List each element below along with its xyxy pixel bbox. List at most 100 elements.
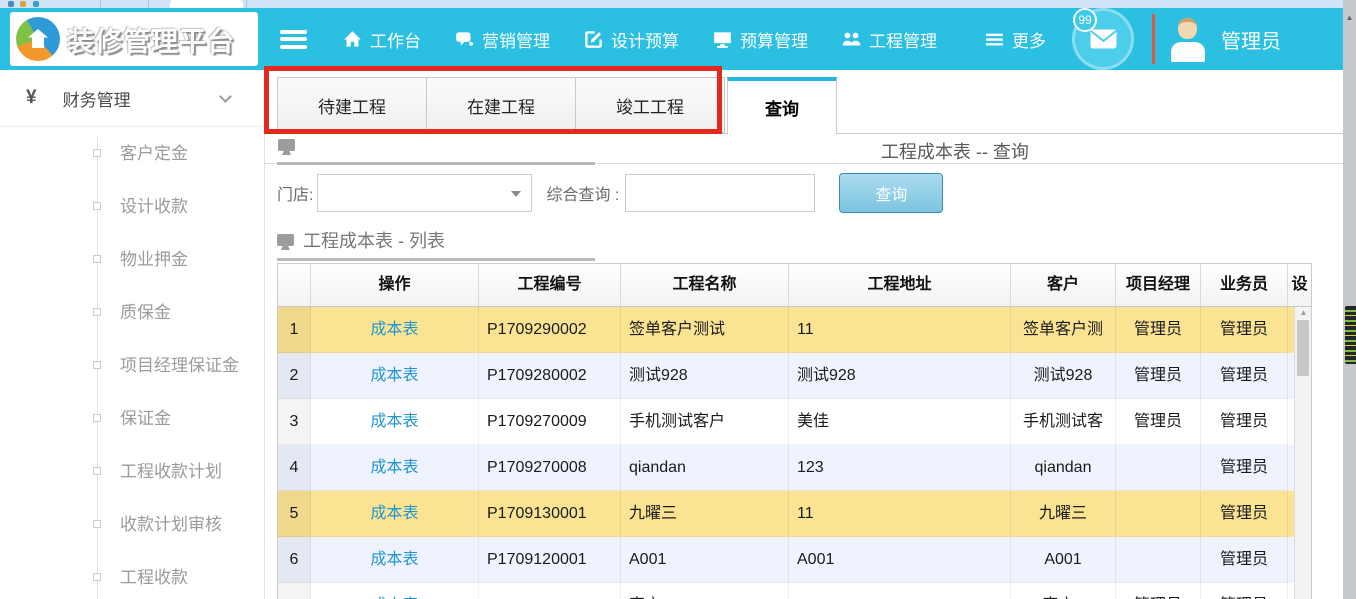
tab-separator <box>246 0 247 8</box>
cell-salesperson: 管理员 <box>1201 445 1288 491</box>
cost-sheet-link[interactable]: 成本表 <box>311 353 479 399</box>
divider <box>277 258 595 261</box>
scroll-up-icon[interactable]: ▲ <box>1343 14 1356 22</box>
cell-customer: 客户1 <box>1011 583 1116 599</box>
main-nav: 工作台 营销管理 设计预算 预算管理 工程管理 更多 <box>343 27 1046 52</box>
table-row[interactable]: 7 成本表 P1709090002 客户1 11 客户1 管理员 管理员 <box>278 583 1294 599</box>
monitor-icon <box>713 30 732 49</box>
cell-project-code: P1709130001 <box>479 491 621 537</box>
cell-customer: A001 <box>1011 537 1116 583</box>
sidebar-item[interactable]: 项目经理保证金 <box>0 339 264 392</box>
table-body: 1 成本表 P1709290002 签单客户测试 11 签单客户测 管理员 管理… <box>278 307 1294 599</box>
table-scrollbar[interactable]: ▲ <box>1294 307 1311 599</box>
table-row[interactable]: 6 成本表 P1709120001 A001 A001 A001 管理员 <box>278 537 1294 583</box>
cell-rownum: 7 <box>278 583 311 599</box>
browser-icon <box>8 1 14 7</box>
cost-sheet-link[interactable]: 成本表 <box>311 307 479 353</box>
bullet-icon <box>93 202 101 210</box>
cell-project-name: 测试928 <box>621 353 789 399</box>
cost-sheet-link[interactable]: 成本表 <box>311 445 479 491</box>
menu-toggle-icon[interactable] <box>280 30 307 49</box>
cell-salesperson: 管理员 <box>1201 491 1288 537</box>
username-label[interactable]: 管理员 <box>1221 25 1281 54</box>
sidebar-item[interactable]: 保证金 <box>0 392 264 445</box>
browser-scrollbar[interactable]: ▲ <box>1343 0 1356 599</box>
cell-customer: 手机测试客 <box>1011 399 1116 445</box>
cell-project-code: P1709290002 <box>479 307 621 353</box>
cell-customer: 九曜三 <box>1011 491 1116 537</box>
sidebar-item[interactable]: 工程收款计划 <box>0 445 264 498</box>
sidebar-group-finance[interactable]: ¥ 财务管理 <box>0 70 264 127</box>
cell-salesperson: 管理员 <box>1201 353 1288 399</box>
users-icon <box>842 30 861 49</box>
cell-rownum: 2 <box>278 353 311 399</box>
col-project-address: 工程地址 <box>789 264 1011 306</box>
tab-ongoing-projects[interactable]: 在建工程 <box>426 77 576 133</box>
cell-project-address: 11 <box>789 583 1011 599</box>
cell-rownum: 1 <box>278 307 311 353</box>
tab-pending-projects[interactable]: 待建工程 <box>277 77 427 133</box>
divider <box>1152 14 1155 64</box>
col-customer: 客户 <box>1011 264 1116 306</box>
dropdown-arrow-icon <box>511 191 521 202</box>
table-row[interactable]: 1 成本表 P1709290002 签单客户测试 11 签单客户测 管理员 管理… <box>278 307 1294 353</box>
sidebar-item[interactable]: 设计收款 <box>0 180 264 233</box>
user-avatar[interactable] <box>1167 16 1209 62</box>
app-title: 装修管理平台 <box>67 20 235 59</box>
tab-completed-projects[interactable]: 竣工工程 <box>575 77 725 133</box>
browser-active-tab[interactable] <box>170 0 243 8</box>
sidebar-item[interactable]: 工程收款 <box>0 551 264 599</box>
cell-project-name: A001 <box>621 537 789 583</box>
sidebar-item[interactable]: 物业押金 <box>0 233 264 286</box>
tab-separator <box>100 0 101 8</box>
cost-sheet-link[interactable]: 成本表 <box>311 537 479 583</box>
table-row[interactable]: 5 成本表 P1709130001 九曜三 11 九曜三 管理员 <box>278 491 1294 537</box>
bullet-icon <box>93 149 101 157</box>
chevron-down-icon <box>219 90 232 103</box>
cell-project-name: qiandan <box>621 445 789 491</box>
scrollbar-thumb[interactable] <box>1297 320 1309 376</box>
cost-sheet-link[interactable]: 成本表 <box>311 399 479 445</box>
sidebar-item[interactable]: 收款计划审核 <box>0 498 264 551</box>
col-rownum <box>278 264 311 306</box>
col-project-code: 工程编号 <box>479 264 621 306</box>
cell-project-address: 测试928 <box>789 353 1011 399</box>
tab-query-active[interactable]: 查询 <box>727 77 837 134</box>
scroll-up-icon[interactable]: ▲ <box>1295 307 1312 319</box>
edit-icon <box>584 30 603 49</box>
panel-header: 工程成本表 -- 查询 <box>265 134 1343 164</box>
table-row[interactable]: 2 成本表 P1709280002 测试928 测试928 测试928 管理员 … <box>278 353 1294 399</box>
nav-item-marketing[interactable]: 营销管理 <box>455 27 550 52</box>
bullet-icon <box>93 361 101 369</box>
list-icon <box>985 30 1004 49</box>
sidebar-item[interactable]: 客户定金 <box>0 127 264 180</box>
nav-item-design-budget[interactable]: 设计预算 <box>584 27 679 52</box>
cost-sheet-link[interactable]: 成本表 <box>311 583 479 599</box>
col-project-manager: 项目经理 <box>1116 264 1201 306</box>
col-salesperson: 业务员 <box>1201 264 1288 306</box>
query-label: 综合查询 : <box>546 181 619 205</box>
nav-item-budget-mgmt[interactable]: 预算管理 <box>713 27 808 52</box>
app-logo[interactable]: 装修管理平台 <box>10 12 258 66</box>
store-select[interactable] <box>317 174 532 212</box>
cost-sheet-link[interactable]: 成本表 <box>311 491 479 537</box>
cell-project-name: 九曜三 <box>621 491 789 537</box>
list-title: 工程成本表 - 列表 <box>303 227 445 253</box>
cell-salesperson: 管理员 <box>1201 583 1288 599</box>
bullet-icon <box>93 308 101 316</box>
query-input[interactable] <box>625 174 815 212</box>
search-button[interactable]: 查询 <box>839 173 943 213</box>
cell-project-manager: 管理员 <box>1116 353 1201 399</box>
cell-salesperson: 管理员 <box>1201 537 1288 583</box>
nav-item-project-mgmt[interactable]: 工程管理 <box>842 27 937 52</box>
table-row[interactable]: 3 成本表 P1709270009 手机测试客户 美佳 手机测试客 管理员 管理… <box>278 399 1294 445</box>
monitor-icon <box>277 234 294 246</box>
messages-button[interactable]: 99 <box>1072 8 1134 70</box>
cell-salesperson: 管理员 <box>1201 399 1288 445</box>
sidebar-item[interactable]: 质保金 <box>0 286 264 339</box>
nav-item-workbench[interactable]: 工作台 <box>343 27 421 52</box>
table-row[interactable]: 4 成本表 P1709270008 qiandan 123 qiandan 管理… <box>278 445 1294 491</box>
bullet-icon <box>93 255 101 263</box>
nav-item-more[interactable]: 更多 <box>985 27 1046 52</box>
cell-project-code: P1709120001 <box>479 537 621 583</box>
